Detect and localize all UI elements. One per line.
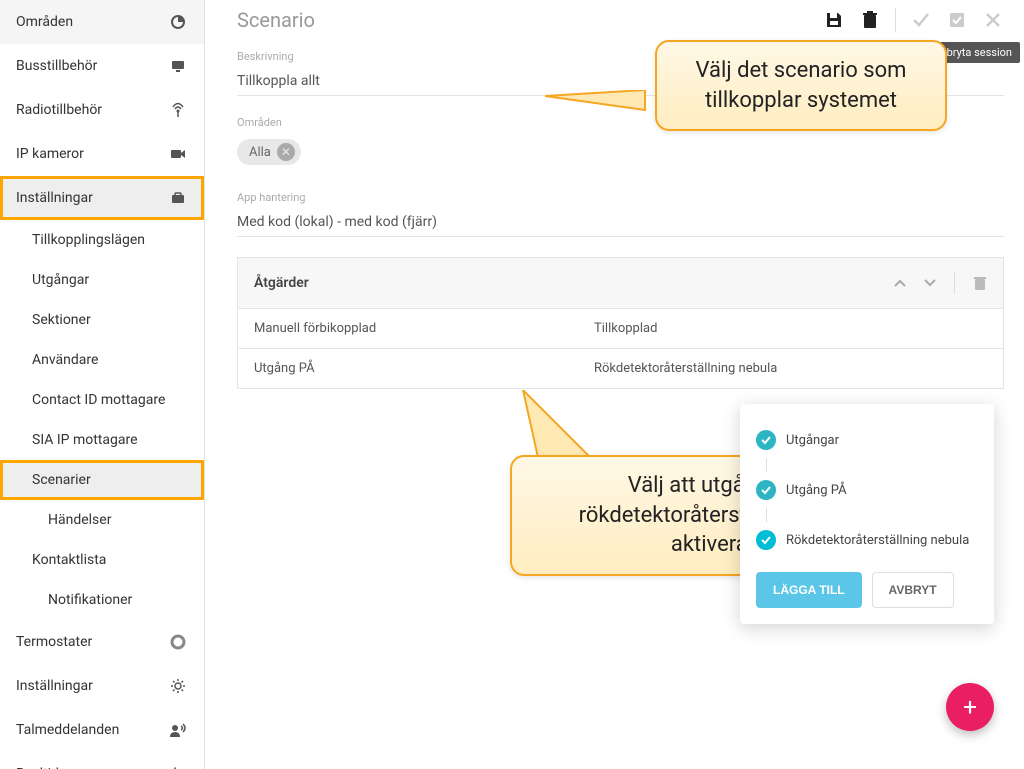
action-col2: Tillkopplad <box>594 321 657 336</box>
sidebar-item-contactid[interactable]: Contact ID mottagare <box>0 380 204 420</box>
pie-icon <box>168 12 188 32</box>
sidebar-item-tillkopplingslagen[interactable]: Tillkopplingslägen <box>0 220 204 260</box>
check-circle-icon <box>756 480 776 500</box>
sidebar-item-utgangar[interactable]: Utgångar <box>0 260 204 300</box>
action-row[interactable]: Utgång PÅ Rökdetektoråterställning nebul… <box>237 349 1004 389</box>
sidebar-item-label: Busstillbehör <box>16 58 97 74</box>
sidebar-item-sektioner[interactable]: Sektioner <box>0 300 204 340</box>
sidebar-item-scenarier[interactable]: Scenarier <box>0 460 204 500</box>
action-row[interactable]: Manuell förbikopplad Tillkopplad <box>237 309 1004 349</box>
sidebar-item-realtid[interactable]: Realtid <box>0 752 204 769</box>
field-value-app-hantering[interactable]: Med kod (lokal) - med kod (fjärr) <box>237 208 1004 237</box>
sidebar-item-label: Utgångar <box>32 272 89 288</box>
field-label: App hantering <box>237 191 1004 204</box>
sidebar-item-label: Radiotillbehör <box>16 102 102 118</box>
sidebar-item-kontaktlista[interactable]: Kontaktlista <box>0 540 204 580</box>
popup-item-label: Rökdetektoråterställning nebula <box>786 533 969 548</box>
sidebar-item-installningar2[interactable]: Inställningar <box>0 664 204 708</box>
popup-item-utgangar[interactable]: Utgångar <box>756 422 978 458</box>
circle-icon <box>168 632 188 652</box>
sidebar-item-ipkameror[interactable]: IP kameror <box>0 132 204 176</box>
main-content: Scenario Avbryta sessi <box>205 0 1024 769</box>
gear-icon <box>168 676 188 696</box>
sidebar-item-handelser[interactable]: Händelser <box>0 500 204 540</box>
action-col2: Rökdetektoråterställning nebula <box>594 361 777 376</box>
actions-controls <box>894 272 987 294</box>
page-title: Scenario <box>237 8 315 32</box>
tag-label: Alla <box>249 145 271 160</box>
popup-buttons: LÄGGA TILL AVBRYT <box>756 572 978 608</box>
action-col1: Utgång PÅ <box>254 361 594 376</box>
camera-icon <box>168 144 188 164</box>
tag-close-icon[interactable]: ✕ <box>277 143 295 161</box>
arrow-down-icon[interactable] <box>924 279 936 287</box>
sidebar: Områden Busstillbehör Radiotillbehör IP … <box>0 0 205 769</box>
sidebar-item-label: SIA IP mottagare <box>32 432 138 448</box>
sidebar-item-label: Inställningar <box>16 678 93 694</box>
sidebar-item-label: Kontaktlista <box>32 552 106 568</box>
sidebar-item-label: Notifikationer <box>48 592 132 608</box>
sidebar-item-label: Contact ID mottagare <box>32 392 165 408</box>
add-button[interactable]: LÄGGA TILL <box>756 572 862 608</box>
sidebar-item-label: Talmeddelanden <box>16 722 119 738</box>
archive-icon[interactable] <box>946 9 968 31</box>
popup-item-rokdetektor[interactable]: Rökdetektoråterställning nebula <box>756 522 978 558</box>
trash-icon[interactable] <box>973 275 987 291</box>
check-circle-icon <box>756 430 776 450</box>
popup-panel: Utgångar Utgång PÅ Rökdetektoråterställn… <box>740 404 994 624</box>
sidebar-item-label: Användare <box>32 352 98 368</box>
sidebar-item-label: Termostater <box>16 634 92 650</box>
sidebar-item-label: Sektioner <box>32 312 91 328</box>
sidebar-item-omraden[interactable]: Områden <box>0 0 204 44</box>
sidebar-item-talmeddelanden[interactable]: Talmeddelanden <box>0 708 204 752</box>
save-icon[interactable] <box>823 9 845 31</box>
arrow-up-icon[interactable] <box>894 279 906 287</box>
voice-icon <box>168 720 188 740</box>
callout-arrow-1 <box>545 90 665 120</box>
popup-item-utgangpa[interactable]: Utgång PÅ <box>756 472 978 508</box>
sidebar-item-anvandare[interactable]: Användare <box>0 340 204 380</box>
sidebar-item-busstillbehor[interactable]: Busstillbehör <box>0 44 204 88</box>
close-icon[interactable] <box>982 9 1004 31</box>
tag-alla[interactable]: Alla ✕ <box>237 139 301 165</box>
cancel-button[interactable]: AVBRYT <box>872 572 954 608</box>
actions-header: Åtgärder <box>237 257 1004 309</box>
briefcase-icon <box>168 188 188 208</box>
popup-item-label: Utgång PÅ <box>786 483 847 498</box>
toolbar-divider <box>895 8 896 32</box>
popup-connector <box>766 508 767 522</box>
sidebar-item-label: Tillkopplingslägen <box>32 232 145 248</box>
toolbar <box>823 8 1004 32</box>
field-app-hantering: App hantering Med kod (lokal) - med kod … <box>237 191 1004 237</box>
header-row: Scenario <box>237 0 1004 32</box>
popup-item-label: Utgångar <box>786 433 839 448</box>
sidebar-item-label: Områden <box>16 14 73 30</box>
actions-header-title: Åtgärder <box>254 275 309 291</box>
sidebar-item-radiotillbehor[interactable]: Radiotillbehör <box>0 88 204 132</box>
popup-connector <box>766 458 767 472</box>
sidebar-item-installningar[interactable]: Inställningar <box>0 176 204 220</box>
pulse-icon <box>168 764 188 769</box>
sidebar-item-label: IP kameror <box>16 146 84 162</box>
action-col1: Manuell förbikopplad <box>254 321 594 336</box>
monitor-icon <box>168 56 188 76</box>
check-circle-icon <box>756 530 776 550</box>
delete-icon[interactable] <box>859 9 881 31</box>
sidebar-item-label: Händelser <box>48 512 111 528</box>
antenna-icon <box>168 100 188 120</box>
sidebar-item-label: Inställningar <box>16 190 93 206</box>
actions-divider <box>954 272 955 294</box>
fab-add-button[interactable]: + <box>946 683 994 731</box>
check-icon[interactable] <box>910 9 932 31</box>
sidebar-item-termostater[interactable]: Termostater <box>0 620 204 664</box>
sidebar-item-siaip[interactable]: SIA IP mottagare <box>0 420 204 460</box>
sidebar-item-label: Scenarier <box>32 472 91 488</box>
sidebar-item-notifikationer[interactable]: Notifikationer <box>0 580 204 620</box>
callout-scenario: Välj det scenario som tillkopplar system… <box>655 40 947 131</box>
